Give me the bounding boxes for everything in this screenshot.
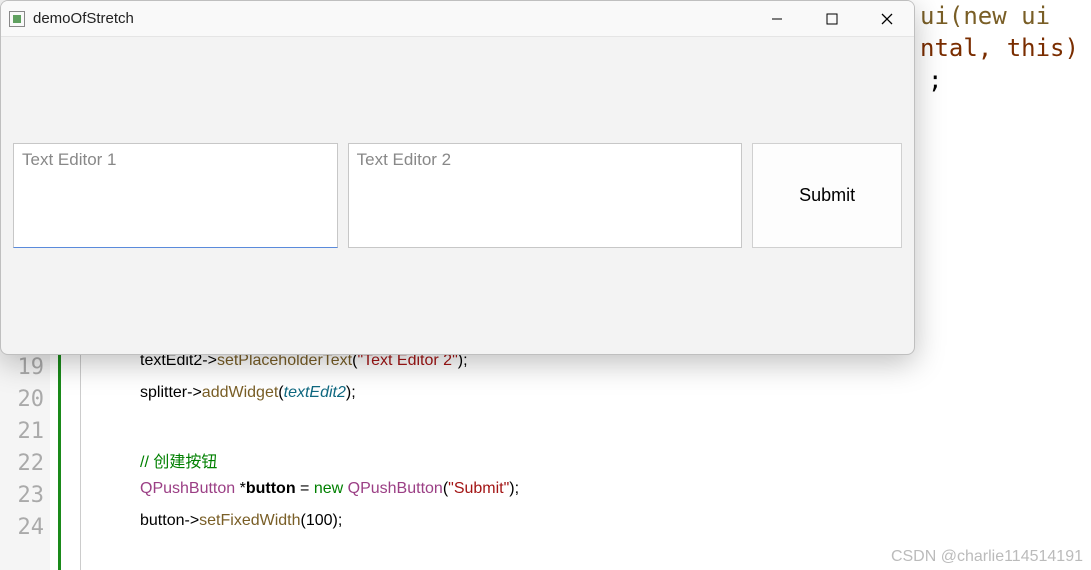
- minimize-button[interactable]: [749, 1, 804, 37]
- text-editor-2[interactable]: Text Editor 2: [348, 143, 743, 248]
- close-icon: [880, 12, 894, 26]
- close-button[interactable]: [859, 1, 914, 37]
- frag3: ;: [928, 66, 942, 94]
- text-editor-1[interactable]: Text Editor 1: [13, 143, 338, 248]
- code-line-24: button->setFixedWidth(100);: [140, 512, 519, 544]
- window-title: demoOfStretch: [33, 10, 134, 27]
- code-line-20: splitter->addWidget(textEdit2);: [140, 384, 519, 416]
- code-line-22: // 创建按钮: [140, 448, 519, 480]
- code-fragment-top: ui(new ui ntal, this) ;: [920, 0, 1079, 96]
- minimize-icon: [771, 13, 783, 25]
- qt-dialog-window: demoOfStretch Text Editor 1 Text Editor …: [0, 0, 915, 355]
- code-line-19: textEdit2->setPlaceholderText("Text Edit…: [140, 352, 519, 384]
- client-area: Text Editor 1 Text Editor 2 Submit: [1, 37, 914, 354]
- watermark: CSDN @charlie114514191: [891, 548, 1083, 566]
- frag1: ui(new ui: [920, 2, 1050, 30]
- code-line-21: [140, 416, 519, 448]
- submit-button[interactable]: Submit: [752, 143, 902, 248]
- code-line-23: QPushButton *button = new QPushButton("S…: [140, 480, 519, 512]
- app-icon: [9, 11, 25, 27]
- title-bar[interactable]: demoOfStretch: [1, 1, 914, 37]
- frag2: ntal, this): [920, 34, 1079, 62]
- maximize-button[interactable]: [804, 1, 859, 37]
- maximize-icon: [826, 13, 838, 25]
